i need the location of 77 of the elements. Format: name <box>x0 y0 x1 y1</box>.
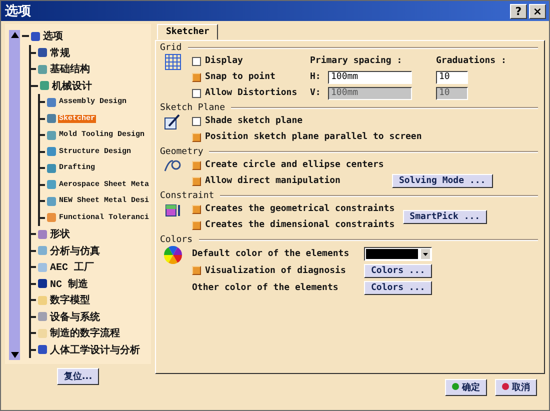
node-icon <box>38 296 47 305</box>
tree-item[interactable]: 形状 <box>49 227 71 242</box>
column-header: Graduations : <box>436 56 506 66</box>
reset-button[interactable]: 复位... <box>56 368 100 385</box>
node-icon <box>38 64 47 74</box>
option-label: Snap to point <box>205 72 276 82</box>
solving-mode-button[interactable]: Solving Mode ... <box>392 174 493 188</box>
node-icon <box>38 279 47 288</box>
tree-item[interactable]: 制造的数字流程 <box>49 326 121 340</box>
colors-button[interactable]: Colors ... <box>364 280 432 294</box>
node-icon <box>47 130 56 140</box>
node-icon <box>40 81 49 90</box>
node-icon <box>31 32 40 41</box>
node-icon <box>38 345 47 354</box>
node-icon <box>47 213 56 222</box>
graduations-field[interactable]: 10 <box>436 70 468 84</box>
node-icon <box>38 48 47 58</box>
grid-icon <box>165 54 181 70</box>
axis-label: H: <box>310 72 321 82</box>
node-icon <box>38 262 47 272</box>
checkbox[interactable] <box>192 56 201 66</box>
node-icon <box>47 98 56 107</box>
circle-curve-icon <box>164 158 182 172</box>
section-title: Colors <box>160 235 193 245</box>
node-icon <box>38 230 47 239</box>
tree-item[interactable]: 人体工学设计与分析 <box>49 342 141 357</box>
section-title: Grid <box>160 43 182 53</box>
expander-icon[interactable] <box>22 35 29 38</box>
node-icon <box>47 164 56 173</box>
node-icon <box>47 147 56 156</box>
window-title: 选项 <box>5 3 32 20</box>
option-label: Allow Distortions <box>205 88 298 98</box>
color-dropdown[interactable] <box>364 246 432 260</box>
smartpick-button[interactable]: SmartPick ... <box>402 210 488 224</box>
column-header: Primary spacing : <box>310 56 402 66</box>
option-label: Creates the geometrical constraints <box>205 204 395 214</box>
section-title: Constraint <box>160 191 214 201</box>
checkbox[interactable] <box>192 116 201 126</box>
color-wheel-icon <box>164 246 182 264</box>
option-label: Allow direct manipulation <box>205 176 340 186</box>
scrollbar[interactable] <box>9 30 20 360</box>
node-icon <box>38 312 47 322</box>
close-button[interactable]: × <box>529 4 546 18</box>
tree-item[interactable]: NC 制造 <box>49 276 90 291</box>
option-label: Other color of the elements <box>192 282 338 292</box>
tree-item[interactable]: 分析与仿真 <box>49 244 101 258</box>
ok-button[interactable]: 确定 <box>445 379 487 396</box>
tree-item[interactable]: 设备与系统 <box>49 310 101 324</box>
colors-button[interactable]: Colors ... <box>364 264 432 278</box>
option-label: Shade sketch plane <box>205 116 303 126</box>
section-title: Geometry <box>160 147 204 157</box>
axis-label: V: <box>310 88 321 98</box>
constraint-icon <box>165 202 181 218</box>
option-label: Visualization of diagnosis <box>205 266 346 276</box>
help-button[interactable]: ? <box>510 4 527 18</box>
tree-item[interactable]: 基础结构 <box>49 62 91 76</box>
tree-item[interactable]: 机械设计 <box>51 78 93 93</box>
option-label: Display <box>205 56 243 66</box>
option-label: Default color of the elements <box>192 248 350 258</box>
expander-icon[interactable] <box>31 84 38 87</box>
option-label: Creates the dimensional constraints <box>205 220 395 230</box>
option-label: Create circle and ellipse centers <box>205 160 384 170</box>
node-icon <box>47 180 56 190</box>
spacing-field[interactable]: 100mm <box>328 70 412 84</box>
node-icon <box>47 114 56 124</box>
section-title: Sketch Plane <box>160 103 226 113</box>
cancel-button[interactable]: 取消 <box>495 379 537 396</box>
tab[interactable]: Sketcher <box>157 24 218 40</box>
tree-item[interactable]: 常规 <box>49 46 71 60</box>
option-label: Position sketch plane parallel to screen <box>205 132 422 142</box>
tree-item[interactable]: 数字模型 <box>49 293 91 308</box>
node-icon <box>38 328 47 338</box>
tree-item[interactable]: AEC 工厂 <box>49 260 96 274</box>
tree-item[interactable]: 选项 <box>42 29 64 44</box>
pencil-plane-icon <box>164 114 182 130</box>
node-icon <box>47 196 56 206</box>
node-icon <box>38 246 47 256</box>
